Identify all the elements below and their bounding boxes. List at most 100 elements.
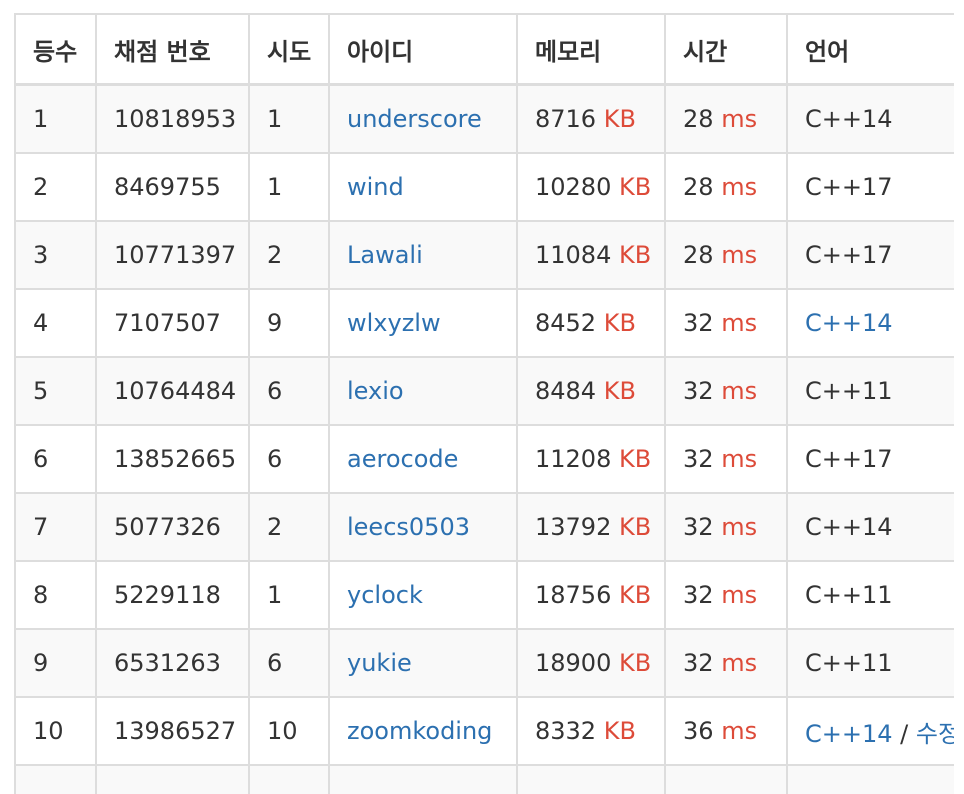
submission-cell: 10764484: [95, 356, 250, 426]
language-cell: C++11: [786, 628, 954, 698]
submission-cell: 7107507: [95, 288, 250, 358]
table-row: 9 6531263 6 yukie 18900 KB 32 ms C++11: [14, 628, 954, 698]
empty-cell: [786, 764, 954, 794]
language-text: C++11: [805, 649, 893, 677]
edit-link[interactable]: 수정: [916, 720, 953, 748]
submission-cell: 10818953: [95, 83, 250, 154]
memory-unit: KB: [619, 581, 652, 609]
memory-value: 18756: [535, 581, 612, 609]
time-value: 32: [683, 513, 714, 541]
tries-cell: 10: [248, 696, 330, 766]
time-unit: ms: [721, 105, 758, 133]
memory-value: 8484: [535, 377, 597, 405]
memory-value: 10280: [535, 173, 612, 201]
tries-cell: 2: [248, 492, 330, 562]
time-cell: 32 ms: [664, 492, 788, 562]
table-body: 1 10818953 1 underscore 8716 KB 28 ms C++14 2 84…: [14, 83, 954, 794]
table-row: 10 13986527 10 zoomkoding 8332 KB 36 ms C++14 …: [14, 696, 954, 766]
time-value: 36: [683, 717, 714, 745]
memory-value: 11084: [535, 241, 612, 269]
language-text: C++17: [805, 241, 893, 269]
time-unit: ms: [721, 173, 758, 201]
time-value: 32: [683, 445, 714, 473]
user-cell: underscore: [328, 83, 518, 154]
memory-cell: 11084 KB: [516, 220, 666, 290]
time-cell: 28 ms: [664, 152, 788, 222]
memory-value: 8452: [535, 309, 597, 337]
language-cell: C++17: [786, 424, 954, 494]
time-cell: 28 ms: [664, 220, 788, 290]
user-cell: wlxyzlw: [328, 288, 518, 358]
language-cell: C++11: [786, 560, 954, 630]
rank-cell: 4: [14, 288, 97, 358]
memory-unit: KB: [603, 105, 636, 133]
user-cell: leecs0503: [328, 492, 518, 562]
ranking-table: 등수 채점 번호 시도 아이디 메모리 시간 언어 1 10818953 1 unde…: [14, 13, 954, 794]
language-text: C++17: [805, 173, 893, 201]
header-time: 시간: [664, 13, 788, 86]
rank-cell: 5: [14, 356, 97, 426]
empty-cell: [14, 764, 97, 794]
tries-cell: 1: [248, 152, 330, 222]
table-row: 2 8469755 1 wind 10280 KB 28 ms C++17: [14, 152, 954, 222]
rank-cell: 8: [14, 560, 97, 630]
memory-unit: KB: [603, 309, 636, 337]
time-value: 28: [683, 173, 714, 201]
table-row: [14, 764, 954, 794]
language-cell: C++17: [786, 152, 954, 222]
memory-cell: 8452 KB: [516, 288, 666, 358]
empty-cell: [328, 764, 518, 794]
time-cell: 32 ms: [664, 560, 788, 630]
time-unit: ms: [721, 309, 758, 337]
memory-unit: KB: [603, 377, 636, 405]
user-link[interactable]: yclock: [347, 581, 423, 609]
language-text: C++14: [805, 105, 893, 133]
user-link[interactable]: yukie: [347, 649, 412, 677]
time-value: 28: [683, 241, 714, 269]
table-row: 6 13852665 6 aerocode 11208 KB 32 ms C++17: [14, 424, 954, 494]
user-link[interactable]: lexio: [347, 377, 404, 405]
table-row: 8 5229118 1 yclock 18756 KB 32 ms C++11: [14, 560, 954, 630]
time-unit: ms: [721, 445, 758, 473]
memory-cell: 10280 KB: [516, 152, 666, 222]
tries-cell: 1: [248, 83, 330, 154]
user-link[interactable]: underscore: [347, 105, 482, 133]
user-link[interactable]: wlxyzlw: [347, 309, 441, 337]
memory-cell: 8716 KB: [516, 83, 666, 154]
language-link[interactable]: C++14: [805, 309, 893, 337]
tries-cell: 6: [248, 424, 330, 494]
user-cell: aerocode: [328, 424, 518, 494]
table-row: 1 10818953 1 underscore 8716 KB 28 ms C++14: [14, 83, 954, 154]
time-cell: 28 ms: [664, 83, 788, 154]
table-row: 5 10764484 6 lexio 8484 KB 32 ms C++11: [14, 356, 954, 426]
language-cell: C++14 / 수정: [786, 696, 954, 766]
user-link[interactable]: Lawali: [347, 241, 423, 269]
memory-cell: 18900 KB: [516, 628, 666, 698]
empty-cell: [516, 764, 666, 794]
user-link[interactable]: aerocode: [347, 445, 458, 473]
empty-cell: [248, 764, 330, 794]
memory-value: 8716: [535, 105, 597, 133]
ranking-table-container: 등수 채점 번호 시도 아이디 메모리 시간 언어 1 10818953 1 unde…: [14, 13, 954, 794]
language-cell: C++14: [786, 492, 954, 562]
user-link[interactable]: leecs0503: [347, 513, 470, 541]
rank-cell: 9: [14, 628, 97, 698]
edit-separator: /: [900, 719, 909, 748]
table-row: 3 10771397 2 Lawali 11084 KB 28 ms C++17: [14, 220, 954, 290]
language-link[interactable]: C++14: [805, 720, 893, 748]
language-text: C++14: [805, 513, 893, 541]
time-unit: ms: [721, 377, 758, 405]
time-value: 28: [683, 105, 714, 133]
language-cell: C++17: [786, 220, 954, 290]
tries-cell: 6: [248, 628, 330, 698]
memory-value: 18900: [535, 649, 612, 677]
table-row: 4 7107507 9 wlxyzlw 8452 KB 32 ms C++14: [14, 288, 954, 358]
user-link[interactable]: wind: [347, 173, 404, 201]
rank-cell: 7: [14, 492, 97, 562]
memory-cell: 13792 KB: [516, 492, 666, 562]
user-link[interactable]: zoomkoding: [347, 717, 492, 745]
empty-cell: [664, 764, 788, 794]
header-user: 아이디: [328, 13, 518, 86]
user-cell: yukie: [328, 628, 518, 698]
submission-cell: 10771397: [95, 220, 250, 290]
